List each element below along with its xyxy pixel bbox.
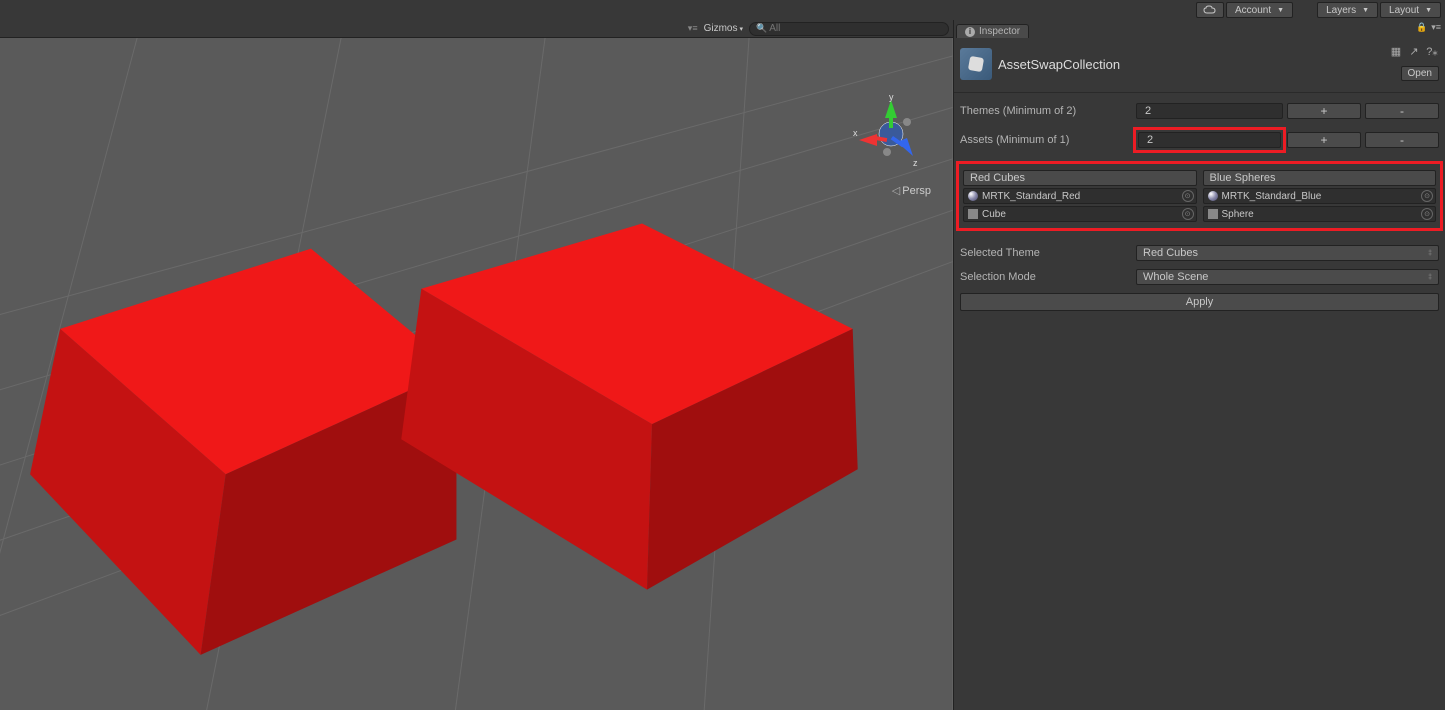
chevron-down-icon: ▾ bbox=[739, 25, 743, 33]
theme-columns: MRTK_Standard_Red ⊙ Cube ⊙ bbox=[963, 170, 1436, 222]
scene-search-input[interactable] bbox=[769, 23, 942, 34]
apply-button[interactable]: Apply bbox=[960, 293, 1439, 311]
material-icon bbox=[968, 191, 978, 201]
assets-label: Assets (Minimum of 1) bbox=[960, 134, 1132, 146]
gizmos-dropdown[interactable]: Gizmos▾ bbox=[704, 23, 743, 34]
asset-name: AssetSwapCollection bbox=[998, 57, 1120, 72]
reference-icon[interactable]: ↗ bbox=[1407, 44, 1421, 58]
themes-count-row: Themes (Minimum of 2) 2 + - bbox=[960, 103, 1439, 119]
scene-search-field[interactable]: 🔍 bbox=[749, 22, 949, 36]
object-picker-icon[interactable]: ⊙ bbox=[1421, 190, 1433, 202]
theme1-asset1-label: Sphere bbox=[1222, 209, 1254, 220]
inspector-panel: i Inspector 🔒 ▾≡ AssetSwapCollection ▦ ↗… bbox=[953, 20, 1445, 710]
selection-mode-value: Whole Scene bbox=[1143, 271, 1208, 283]
chevron-down-icon: ▼ bbox=[1362, 7, 1369, 14]
selected-theme-label: Selected Theme bbox=[960, 247, 1132, 259]
object-picker-icon[interactable]: ⊙ bbox=[1421, 208, 1433, 220]
theme1-asset0-field[interactable]: MRTK_Standard_Blue ⊙ bbox=[1203, 188, 1437, 204]
axis-x-label: x bbox=[853, 128, 858, 138]
chevron-down-icon: ▼ bbox=[1425, 7, 1432, 14]
theme0-asset0-label: MRTK_Standard_Red bbox=[982, 191, 1080, 202]
top-toolbar: Account ▼ Layers ▼ Layout ▼ bbox=[0, 0, 1445, 20]
themes-label: Themes (Minimum of 2) bbox=[960, 105, 1132, 117]
theme-name-input-0[interactable] bbox=[963, 170, 1197, 186]
theme1-asset1-field[interactable]: Sphere ⊙ bbox=[1203, 206, 1437, 222]
account-label: Account bbox=[1235, 5, 1271, 16]
mesh-icon bbox=[968, 209, 978, 219]
theme0-asset0-field[interactable]: MRTK_Standard_Red ⊙ bbox=[963, 188, 1197, 204]
lock-icon[interactable]: 🔒 bbox=[1416, 22, 1427, 33]
selection-mode-dropdown[interactable]: Whole Scene ‡ bbox=[1136, 269, 1439, 285]
themes-plus-button[interactable]: + bbox=[1287, 103, 1361, 119]
mesh-icon bbox=[1208, 209, 1218, 219]
themes-highlight-box: MRTK_Standard_Red ⊙ Cube ⊙ bbox=[956, 161, 1443, 231]
themes-value: 2 bbox=[1136, 103, 1283, 119]
layout-dropdown[interactable]: Layout ▼ bbox=[1380, 2, 1441, 18]
layers-dropdown[interactable]: Layers ▼ bbox=[1317, 2, 1378, 18]
object-picker-icon[interactable]: ⊙ bbox=[1182, 190, 1194, 202]
inspector-tab-label: Inspector bbox=[979, 26, 1020, 37]
themes-minus-button[interactable]: - bbox=[1365, 103, 1439, 119]
scriptable-object-icon bbox=[960, 48, 992, 80]
persp-toggle-icon: ◁ bbox=[892, 185, 900, 197]
layers-label: Layers bbox=[1326, 5, 1356, 16]
inspector-tab-bar: i Inspector 🔒 ▾≡ bbox=[954, 20, 1445, 38]
selected-theme-value: Red Cubes bbox=[1143, 247, 1198, 259]
collapse-toggle-icon[interactable]: ▾≡ bbox=[688, 23, 698, 34]
scene-cube-right bbox=[401, 224, 857, 590]
open-asset-button[interactable]: Open bbox=[1401, 66, 1439, 81]
theme-column-1: MRTK_Standard_Blue ⊙ Sphere ⊙ bbox=[1203, 170, 1437, 222]
account-dropdown[interactable]: Account ▼ bbox=[1226, 2, 1293, 18]
theme-column-0: MRTK_Standard_Red ⊙ Cube ⊙ bbox=[963, 170, 1197, 222]
theme0-asset1-field[interactable]: Cube ⊙ bbox=[963, 206, 1197, 222]
scene-toolbar: ▾≡ Gizmos▾ 🔍 bbox=[0, 20, 953, 38]
selected-theme-row: Selected Theme Red Cubes ‡ bbox=[960, 245, 1439, 261]
selection-mode-row: Selection Mode Whole Scene ‡ bbox=[960, 269, 1439, 285]
dropdown-arrows-icon: ‡ bbox=[1428, 250, 1432, 257]
assets-value: 2 bbox=[1138, 132, 1281, 148]
chevron-down-icon: ▼ bbox=[1277, 7, 1284, 14]
scene-cube-left bbox=[30, 249, 456, 655]
scene-viewport[interactable]: x y z ◁Persp bbox=[0, 38, 953, 710]
inspector-tab[interactable]: i Inspector bbox=[956, 24, 1029, 38]
assets-minus-button[interactable]: - bbox=[1365, 132, 1439, 148]
orientation-gizmo[interactable]: x y z bbox=[851, 94, 931, 174]
axis-z-label: z bbox=[913, 158, 918, 168]
axis-y-label: y bbox=[889, 94, 894, 102]
search-icon: 🔍 bbox=[756, 23, 767, 34]
selected-theme-dropdown[interactable]: Red Cubes ‡ bbox=[1136, 245, 1439, 261]
object-picker-icon[interactable]: ⊙ bbox=[1182, 208, 1194, 220]
assets-value-highlight: 2 bbox=[1133, 127, 1286, 153]
tab-menu-icon[interactable]: ▾≡ bbox=[1431, 22, 1441, 33]
theme0-asset1-label: Cube bbox=[982, 209, 1006, 220]
cloud-button[interactable] bbox=[1196, 2, 1224, 18]
info-icon: i bbox=[965, 27, 975, 37]
selection-mode-label: Selection Mode bbox=[960, 271, 1132, 283]
prefab-icon[interactable]: ▦ bbox=[1389, 44, 1403, 58]
scene-panel: ▾≡ Gizmos▾ 🔍 bbox=[0, 20, 953, 710]
theme-name-input-1[interactable] bbox=[1203, 170, 1437, 186]
material-icon bbox=[1208, 191, 1218, 201]
dropdown-arrows-icon: ‡ bbox=[1428, 274, 1432, 281]
gizmos-label: Gizmos bbox=[704, 23, 738, 34]
assets-count-row: Assets (Minimum of 1) 2 + - bbox=[960, 127, 1439, 153]
assets-plus-button[interactable]: + bbox=[1287, 132, 1361, 148]
asset-header: AssetSwapCollection ▦ ↗ ?⁎ Open bbox=[960, 44, 1439, 88]
layout-label: Layout bbox=[1389, 5, 1419, 16]
theme1-asset0-label: MRTK_Standard_Blue bbox=[1222, 191, 1322, 202]
perspective-label[interactable]: ◁Persp bbox=[892, 184, 931, 197]
help-icon[interactable]: ?⁎ bbox=[1425, 44, 1439, 58]
